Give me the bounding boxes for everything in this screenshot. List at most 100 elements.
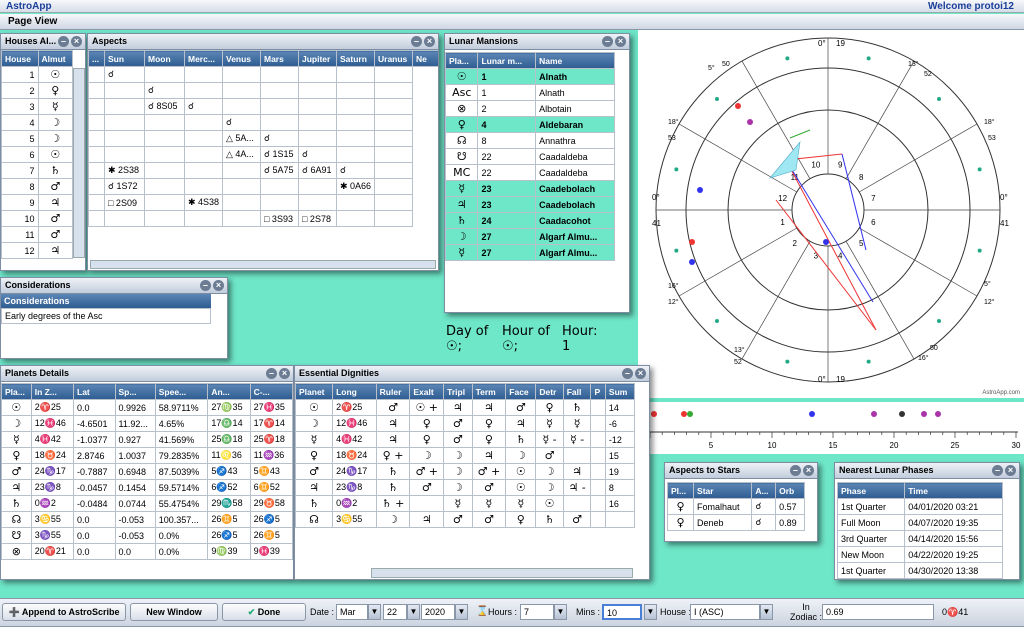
minimize-icon[interactable]: – <box>622 368 633 379</box>
table-row[interactable]: ♄ 0♒2 ♄ + ☿ ☿ ☿ ☉ 16 <box>295 495 636 512</box>
lunar-mansions-panel-header[interactable]: Lunar Mansions – × <box>445 34 629 50</box>
column-header[interactable]: Mars <box>260 50 299 67</box>
column-header[interactable]: Fall <box>562 383 592 400</box>
minimize-icon[interactable]: – <box>58 36 69 47</box>
table-row[interactable]: ☋ 3♑55 0.0 -0.053 0.0% 26♐5 26♊5 <box>1 527 293 544</box>
close-icon[interactable]: × <box>71 36 82 47</box>
column-header[interactable]: Sun <box>104 50 145 67</box>
table-row[interactable]: 1 ☉ <box>1 66 74 83</box>
aspects-hscrollbar[interactable] <box>90 260 436 269</box>
column-header[interactable]: Uranus <box>374 50 413 67</box>
minimize-icon[interactable]: – <box>266 368 277 379</box>
column-header[interactable]: Term <box>471 383 507 400</box>
column-header[interactable]: Long <box>332 383 377 400</box>
planets-details-panel-header[interactable]: Planets Details – × <box>1 366 293 382</box>
table-row[interactable]: 1st Quarter 04/30/2020 13:38 <box>836 562 1003 579</box>
minimize-icon[interactable]: – <box>790 465 801 476</box>
column-header[interactable]: Time <box>904 482 1003 499</box>
table-row[interactable]: ☽ 27 Algarf Almu... <box>445 228 615 245</box>
table-row[interactable]: ♀ Fomalhaut ☌ 0.57 <box>666 498 805 515</box>
table-row[interactable]: ☌ <box>88 66 439 83</box>
table-row[interactable]: □ 2S09 ✱ 4S38 <box>88 194 439 211</box>
minimize-icon[interactable]: – <box>200 280 211 291</box>
table-row[interactable]: ☊ 3♋55 ☽ ♃ ♂ ♂ ♀ ♄ ♂ <box>295 511 636 528</box>
column-header[interactable]: Pla... <box>445 52 479 69</box>
table-row[interactable]: ♂ 24♑17 ♄ ♂ + ☽ ♂ + ☉ ☽ ♃ 19 <box>295 463 636 480</box>
table-row[interactable]: ⊗ 20♈21 0.0 0.0 0.0% 9♍39 9♓39 <box>1 543 293 560</box>
column-header[interactable]: Venus <box>222 50 261 67</box>
chevron-down-icon[interactable]: ▼ <box>760 604 773 620</box>
table-row[interactable]: 9 ♃ <box>1 194 74 211</box>
table-row[interactable]: ♃ 23 Caadebolach <box>445 196 615 213</box>
table-row[interactable]: ☉ 2♈25 ♂ ☉ + ♃ ♃ ♂ ♀ ♄ 14 <box>295 399 636 416</box>
column-header[interactable]: House <box>1 50 39 67</box>
table-row[interactable]: 10 ♂ <box>1 210 74 227</box>
column-header[interactable]: Star <box>693 482 753 499</box>
essential-dignities-panel-header[interactable]: Essential Dignities – × <box>295 366 649 382</box>
column-header[interactable]: Exalt <box>409 383 445 400</box>
table-row[interactable]: ♃ 23♑8 -0.0457 0.1454 59.5714% 6♐52 6♊52 <box>1 479 293 496</box>
house-select[interactable]: I (ASC) <box>690 604 760 620</box>
new-window-button[interactable]: New Window <box>130 603 218 621</box>
mins-input[interactable]: 10 <box>602 604 642 620</box>
houses-scrollbar[interactable] <box>73 68 85 258</box>
close-icon[interactable]: × <box>635 368 646 379</box>
table-row[interactable]: ☌ <box>88 82 439 99</box>
minimize-icon[interactable]: – <box>411 36 422 47</box>
column-header[interactable]: Almut <box>37 50 74 67</box>
column-header[interactable]: Planet <box>295 383 334 400</box>
column-header[interactable]: Spee... <box>154 383 209 400</box>
table-row[interactable]: ♃ 23♑8 ♄ ♂ ☽ ♂ ☉ ☽ ♃ -8 <box>295 479 636 496</box>
close-icon[interactable]: × <box>279 368 290 379</box>
done-button[interactable]: ✔ Done <box>222 603 306 621</box>
table-row[interactable]: 11 ♂ <box>1 226 74 243</box>
table-row[interactable]: △ 5A... ☌ <box>88 130 439 147</box>
table-row[interactable]: ☌ 8S05 ☌ <box>88 98 439 115</box>
table-row[interactable]: ☿ 27 Algarf Almu... <box>445 244 615 261</box>
column-header[interactable]: Phase <box>836 482 906 499</box>
table-row[interactable]: ⊗ 2 Albotain <box>445 100 615 117</box>
table-row[interactable]: Asc 1 Alnath <box>445 84 615 101</box>
table-row[interactable]: ♀ Deneb ☌ 0.89 <box>666 514 805 531</box>
table-row[interactable]: 12 ♃ <box>1 242 74 259</box>
welcome-text[interactable]: Welcome protoi12 <box>928 1 1014 12</box>
column-header[interactable]: Ruler <box>375 383 411 400</box>
chevron-down-icon[interactable]: ▼ <box>455 604 468 620</box>
column-header[interactable]: Sum <box>604 383 636 400</box>
table-row[interactable]: ☉ 2♈25 0.0 0.9926 58.9711% 27♍35 27♓35 <box>1 399 293 416</box>
column-header[interactable]: Moon <box>144 50 185 67</box>
table-row[interactable]: 1st Quarter 04/01/2020 03:21 <box>836 498 1003 515</box>
dignities-hscrollbar[interactable] <box>371 568 633 578</box>
chevron-down-icon[interactable]: ▼ <box>368 604 381 620</box>
hours-select[interactable]: 7 <box>520 604 554 620</box>
column-header[interactable]: Jupiter <box>298 50 337 67</box>
chevron-down-icon[interactable]: ▼ <box>554 604 567 620</box>
close-icon[interactable]: × <box>803 465 814 476</box>
table-row[interactable]: 4 ☽ <box>1 114 74 131</box>
considerations-panel-header[interactable]: Considerations – × <box>1 278 227 294</box>
column-header[interactable]: An... <box>207 383 251 400</box>
minimize-icon[interactable]: – <box>992 465 1003 476</box>
column-header[interactable]: Name <box>535 52 615 69</box>
table-row[interactable]: △ 4A... ☌ 1S15 ☌ <box>88 146 439 163</box>
column-header[interactable]: Tripl <box>443 383 473 400</box>
table-row[interactable]: ☌ 1S72 ✱ 0A66 <box>88 178 439 195</box>
column-header[interactable]: In Z... <box>30 383 75 400</box>
table-row[interactable]: 2 ♀ <box>1 82 74 99</box>
column-header[interactable]: Ne <box>412 50 438 67</box>
column-header[interactable]: Merc... <box>184 50 223 67</box>
table-row[interactable]: 6 ☉ <box>1 146 74 163</box>
table-row[interactable]: 8 ♂ <box>1 178 74 195</box>
table-row[interactable]: 3 ☿ <box>1 98 74 115</box>
close-icon[interactable]: × <box>213 280 224 291</box>
column-header[interactable]: Saturn <box>336 50 375 67</box>
column-header[interactable]: ... <box>88 50 105 67</box>
aspects-to-stars-panel-header[interactable]: Aspects to Stars – × <box>665 463 817 479</box>
lunar-phases-panel-header[interactable]: Nearest Lunar Phases – × <box>835 463 1019 479</box>
table-row[interactable]: ♀ 18♉24 ♀ + ☽ ☽ ♃ ☽ ♂ 15 <box>295 447 636 464</box>
table-row[interactable]: ☽ 12♓46 ♃ ♀ ♂ ♀ ♃ ☿ ☿ -6 <box>295 415 636 432</box>
column-header[interactable]: Orb <box>775 482 805 499</box>
table-row[interactable]: ♄ 24 Caadacohot <box>445 212 615 229</box>
aspects-panel-header[interactable]: Aspects – × <box>88 34 438 50</box>
table-row[interactable]: ☿ 4♓42 ♃ ♀ ♂ ♀ ♄ ☿ - ☿ - -12 <box>295 431 636 448</box>
